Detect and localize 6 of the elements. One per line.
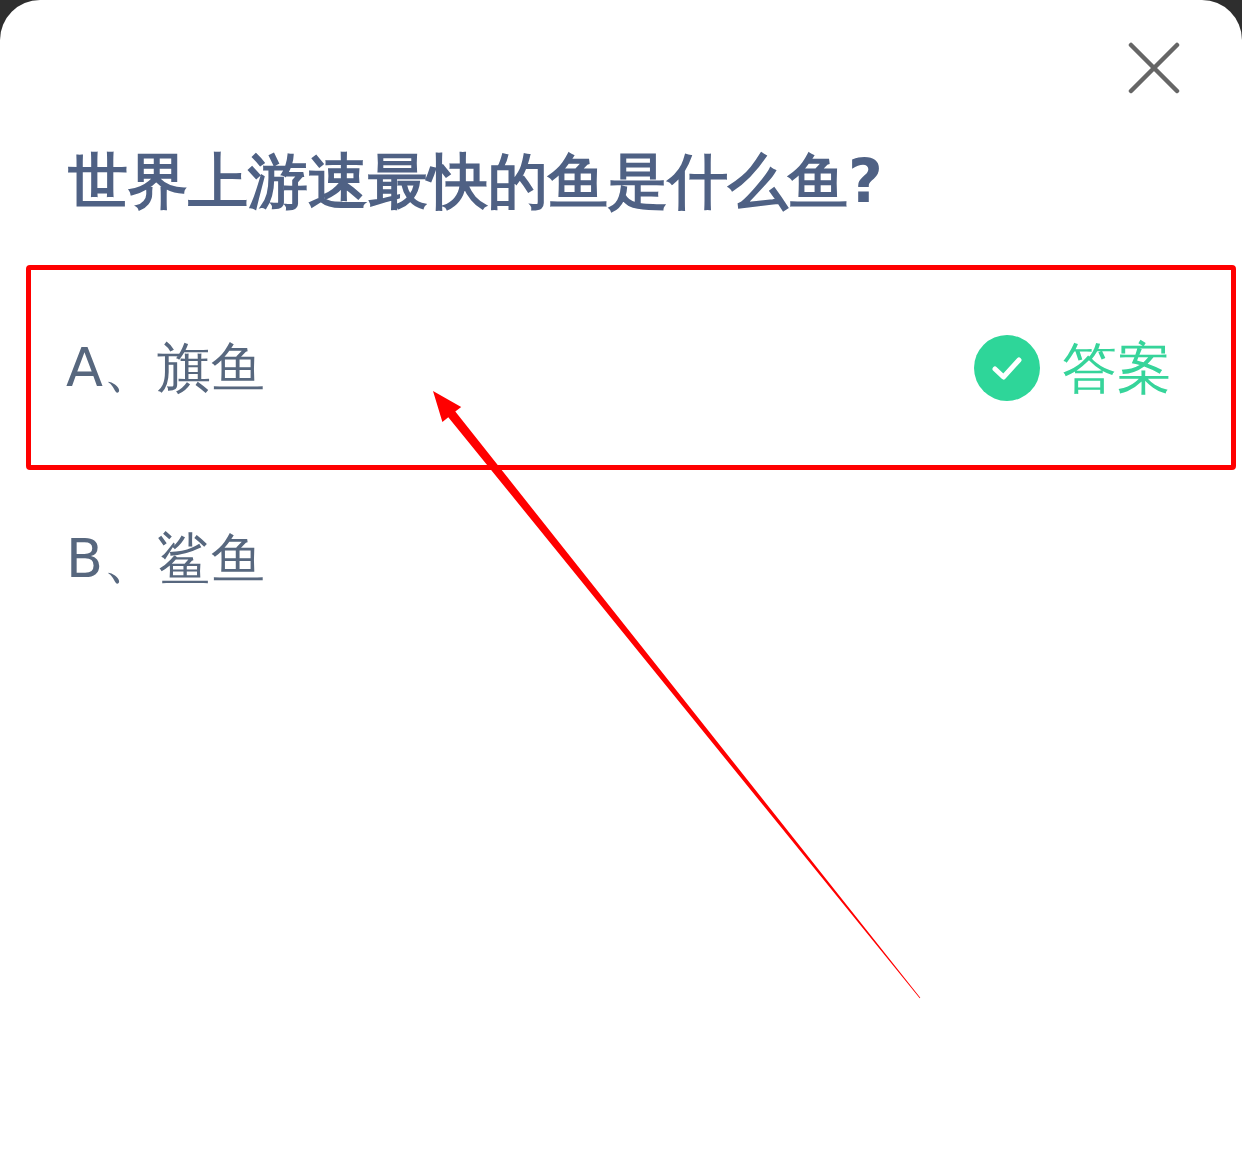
answer-label: 答案 [1062, 335, 1172, 400]
option-label[interactable]: B、鲨鱼 [66, 526, 266, 591]
close-icon [1128, 42, 1180, 94]
question-title: 世界上游速最快的鱼是什么鱼? [68, 145, 883, 217]
option-label[interactable]: A、旗鱼 [66, 335, 265, 400]
close-button[interactable] [1128, 42, 1180, 94]
